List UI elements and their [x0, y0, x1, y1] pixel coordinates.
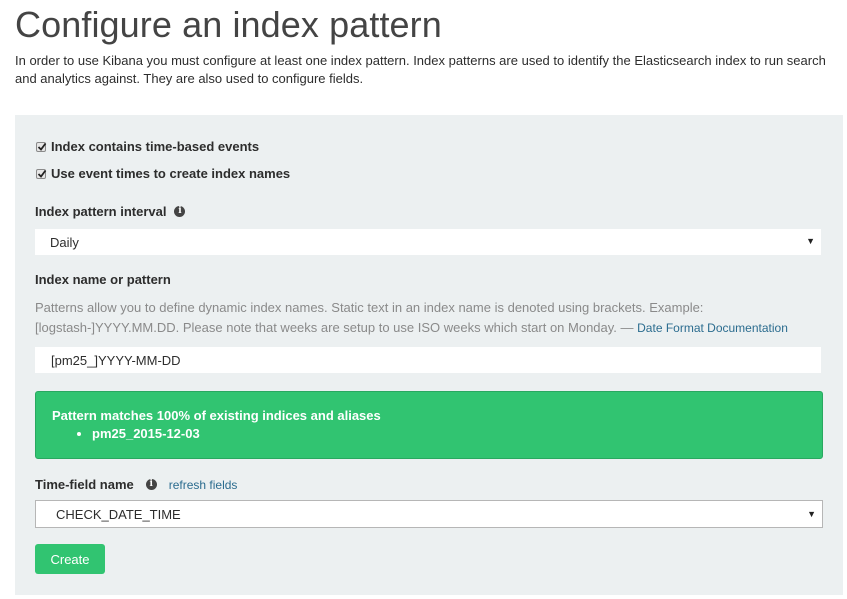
info-icon[interactable]: i	[174, 206, 186, 217]
event-times-checkbox[interactable]	[36, 168, 47, 179]
time-field-label-row: Time-field name i refresh fields	[35, 477, 237, 492]
matched-indices-list: pm25_2015-12-03	[76, 425, 200, 443]
page-intro: In order to use Kibana you must configur…	[15, 53, 826, 86]
interval-label-row: Index pattern interval i	[35, 204, 186, 219]
checkmark-icon	[37, 169, 47, 178]
time-based-checkbox-row[interactable]: Index contains time-based events	[36, 139, 259, 154]
time-based-label: Index contains time-based events	[51, 139, 260, 154]
interval-select-value: Daily	[50, 234, 79, 250]
name-help-body: Patterns allow you to define dynamic ind…	[35, 300, 704, 335]
time-field-select[interactable]: CHECK_DATE_TIME ▼	[35, 500, 823, 528]
index-pattern-input-value: [pm25_]YYYY-MM-DD	[51, 352, 181, 368]
match-message: Pattern matches 100% of existing indices…	[52, 408, 381, 423]
event-times-checkbox-row[interactable]: Use event times to create index names	[36, 166, 290, 181]
interval-label: Index pattern interval	[35, 204, 167, 219]
page-title: Configure an index pattern	[15, 4, 442, 45]
interval-select[interactable]: Daily ▼	[35, 229, 821, 255]
index-pattern-input[interactable]: [pm25_]YYYY-MM-DD	[35, 347, 821, 373]
time-field-label: Time-field name	[35, 477, 134, 492]
create-button[interactable]: Create	[35, 544, 105, 574]
caret-down-icon: ▼	[806, 236, 815, 246]
name-help-text: Patterns allow you to define dynamic ind…	[35, 298, 825, 338]
date-format-doc-link[interactable]: Date Format Documentation	[637, 321, 788, 335]
pattern-match-alert: Pattern matches 100% of existing indices…	[35, 391, 823, 459]
refresh-fields-link[interactable]: refresh fields	[169, 478, 238, 492]
matched-index-item: pm25_2015-12-03	[92, 425, 200, 443]
caret-down-icon: ▼	[807, 509, 816, 519]
name-label-row: Index name or pattern	[35, 272, 171, 287]
time-based-checkbox[interactable]	[36, 141, 47, 152]
checkmark-icon	[37, 142, 47, 151]
name-label: Index name or pattern	[35, 272, 171, 287]
info-icon[interactable]: i	[145, 479, 157, 490]
index-pattern-form: Index contains time-based events Use eve…	[15, 115, 843, 595]
time-field-select-value: CHECK_DATE_TIME	[56, 506, 181, 522]
event-times-label: Use event times to create index names	[51, 166, 291, 181]
